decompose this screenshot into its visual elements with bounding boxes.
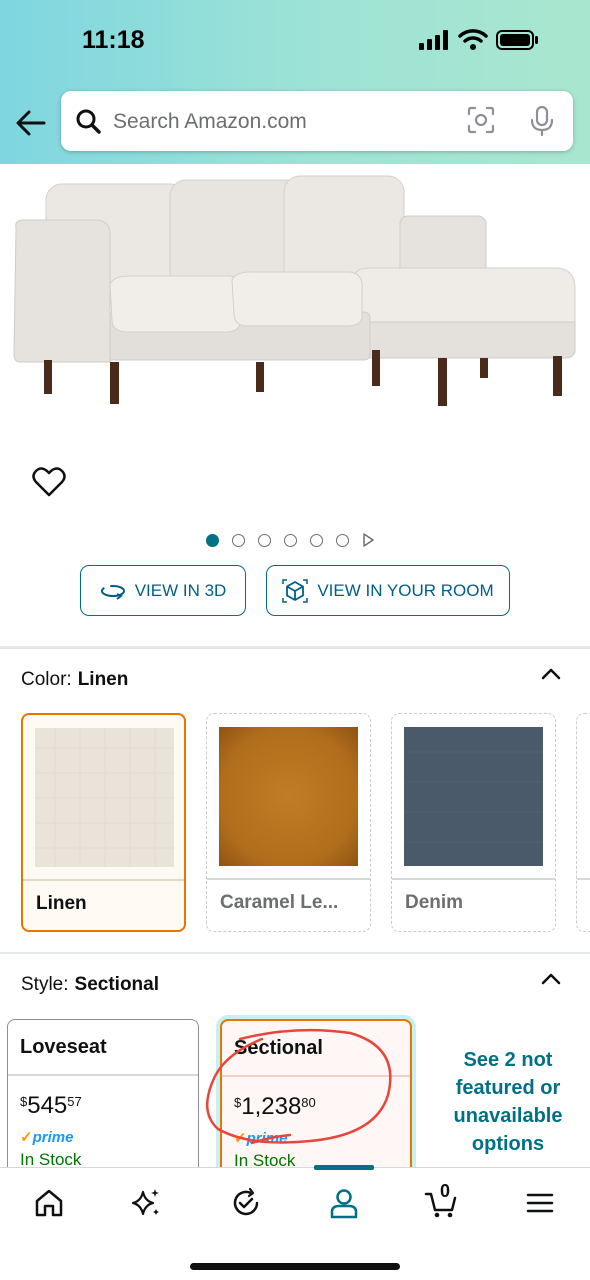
carousel-dot[interactable] bbox=[336, 533, 349, 547]
style-selected-value: Sectional bbox=[74, 974, 160, 995]
account-person-icon[interactable] bbox=[327, 1186, 361, 1220]
search-icon bbox=[76, 109, 101, 134]
color-selected-value: Linen bbox=[77, 669, 129, 690]
price-cents: 57 bbox=[67, 1094, 82, 1109]
swatch-divider bbox=[577, 878, 590, 880]
camera-search-icon[interactable] bbox=[466, 105, 496, 135]
microphone-icon[interactable] bbox=[528, 105, 556, 137]
home-icon[interactable] bbox=[32, 1186, 66, 1220]
color-label: Color: bbox=[21, 669, 72, 690]
style-option-sectional[interactable]: Sectional $1,23880 ✓prime In Stock bbox=[220, 1019, 412, 1189]
wifi-icon bbox=[458, 29, 488, 50]
carousel-dot[interactable] bbox=[310, 533, 323, 547]
image-carousel-dots[interactable] bbox=[206, 532, 375, 548]
color-swatch-caramel-leather[interactable]: Caramel Le... bbox=[206, 713, 371, 932]
swatch-label: Caramel Le... bbox=[220, 892, 339, 913]
view-in-3d-button[interactable]: VIEW IN 3D bbox=[80, 565, 246, 616]
prime-label: prime bbox=[246, 1130, 288, 1147]
back-arrow-icon[interactable] bbox=[14, 108, 48, 138]
style-label: Style: bbox=[21, 974, 69, 995]
swatch-divider bbox=[23, 879, 184, 881]
swatch-label: Linen bbox=[36, 893, 87, 914]
prime-badge: ✓prime bbox=[234, 1130, 288, 1147]
cellular-signal-icon bbox=[419, 30, 448, 50]
price-whole: 545 bbox=[27, 1092, 68, 1119]
search-bar[interactable]: Search Amazon.com bbox=[61, 91, 573, 151]
style-option-price: $54557 bbox=[20, 1092, 82, 1120]
menu-hamburger-icon[interactable] bbox=[523, 1186, 557, 1220]
section-divider bbox=[0, 952, 590, 954]
price-symbol: $ bbox=[20, 1094, 28, 1109]
style-option-loveseat[interactable]: Loveseat $54557 ✓prime In Stock bbox=[7, 1019, 199, 1189]
view-in-your-room-button[interactable]: VIEW IN YOUR ROOM bbox=[266, 565, 510, 616]
search-input[interactable]: Search Amazon.com bbox=[113, 110, 307, 134]
status-time: 11:18 bbox=[82, 26, 145, 54]
battery-icon bbox=[496, 30, 538, 50]
view-in-your-room-label: VIEW IN YOUR ROOM bbox=[317, 580, 494, 600]
color-swatch-more[interactable] bbox=[576, 713, 590, 932]
swatch-label: Denim bbox=[405, 892, 464, 913]
color-swatch-linen[interactable]: Linen bbox=[21, 713, 186, 932]
prime-badge: ✓prime bbox=[20, 1129, 74, 1146]
denim-swatch-image bbox=[404, 727, 543, 866]
see-more-options-link[interactable]: See 2 not featured or unavailable option… bbox=[432, 1046, 584, 1158]
carousel-dot[interactable] bbox=[232, 533, 245, 547]
heart-icon[interactable] bbox=[32, 466, 66, 498]
carousel-dot[interactable] bbox=[206, 533, 219, 547]
orders-check-icon[interactable] bbox=[229, 1186, 263, 1220]
video-play-icon[interactable] bbox=[362, 533, 375, 547]
caramel-leather-swatch-image bbox=[219, 727, 358, 866]
view-in-3d-label: VIEW IN 3D bbox=[134, 580, 227, 600]
style-section-header: Style: Sectional bbox=[21, 974, 159, 996]
app-header: 11:18 Search Amazon.com bbox=[0, 0, 590, 164]
prime-label: prime bbox=[32, 1129, 74, 1146]
price-symbol: $ bbox=[234, 1095, 242, 1110]
color-swatch-denim[interactable]: Denim bbox=[391, 713, 556, 932]
card-divider bbox=[222, 1075, 410, 1077]
home-indicator bbox=[190, 1263, 400, 1270]
style-option-price: $1,23880 bbox=[234, 1093, 316, 1121]
product-image-sofa[interactable] bbox=[10, 172, 580, 412]
bottom-navigation: 0 bbox=[0, 1165, 590, 1280]
active-tab-indicator bbox=[314, 1165, 374, 1170]
color-section-header: Color: Linen bbox=[21, 669, 128, 691]
section-divider bbox=[0, 646, 590, 649]
rotate-3d-icon bbox=[100, 584, 125, 600]
price-whole: 1,238 bbox=[241, 1093, 302, 1120]
chevron-up-icon[interactable] bbox=[540, 972, 562, 986]
sparkle-ai-icon[interactable] bbox=[129, 1186, 163, 1220]
swatch-divider bbox=[207, 878, 370, 880]
ar-cube-icon bbox=[282, 578, 309, 603]
linen-swatch-image bbox=[35, 728, 174, 867]
style-option-title: Sectional bbox=[234, 1037, 323, 1059]
card-divider bbox=[8, 1074, 198, 1076]
price-cents: 80 bbox=[301, 1095, 316, 1110]
chevron-up-icon[interactable] bbox=[540, 667, 562, 681]
carousel-dot[interactable] bbox=[258, 533, 271, 547]
style-option-title: Loveseat bbox=[20, 1036, 107, 1058]
carousel-dot[interactable] bbox=[284, 533, 297, 547]
cart-count-badge: 0 bbox=[440, 1181, 451, 1201]
swatch-divider bbox=[392, 878, 555, 880]
